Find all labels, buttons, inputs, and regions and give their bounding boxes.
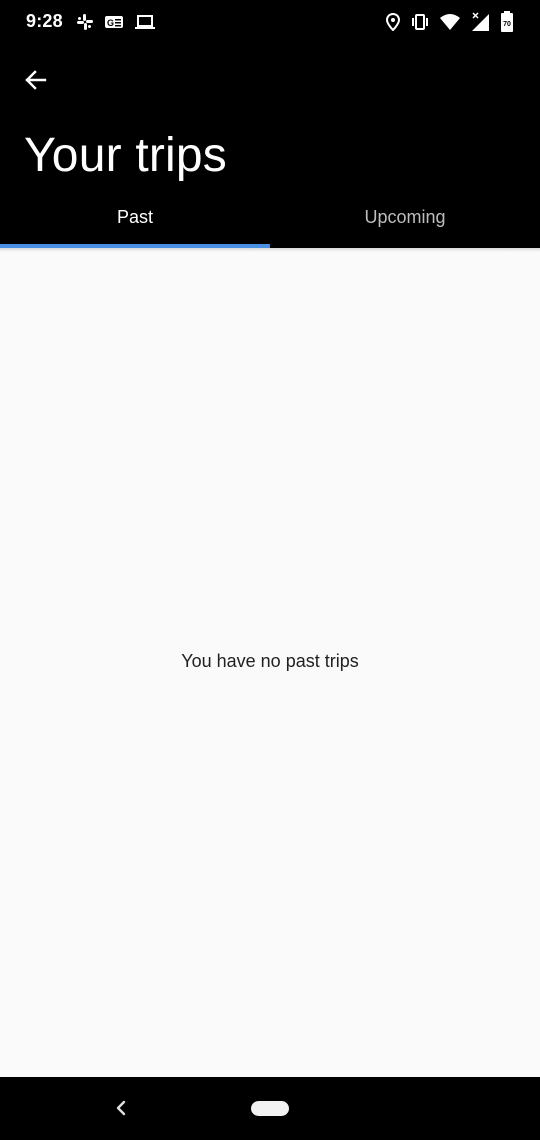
battery-icon: 70 xyxy=(500,11,514,33)
status-bar: 9:28 G 70 xyxy=(0,0,540,44)
location-icon xyxy=(386,13,400,31)
status-left-icons: G xyxy=(76,10,156,34)
screen: 9:28 G 70 Your trips Past Upcoming You h… xyxy=(0,0,540,1140)
tab-upcoming[interactable]: Upcoming xyxy=(270,192,540,248)
home-pill-icon[interactable] xyxy=(251,1101,289,1116)
slack-icon xyxy=(76,13,94,31)
tab-upcoming-label: Upcoming xyxy=(364,206,446,227)
status-time: 9:28 xyxy=(26,11,63,31)
tab-bar: Past Upcoming xyxy=(0,192,540,248)
back-button[interactable] xyxy=(16,60,56,100)
system-nav-bar xyxy=(0,1077,540,1140)
tab-past-label: Past xyxy=(116,206,154,227)
empty-state-message: You have no past trips xyxy=(181,651,359,671)
svg-text:G: G xyxy=(107,18,114,28)
tab-past[interactable]: Past xyxy=(0,192,270,248)
status-right-icons: 70 xyxy=(386,10,514,34)
signal-icon xyxy=(470,12,490,32)
arrow-back-icon xyxy=(25,70,47,90)
news-icon: G xyxy=(104,14,124,30)
wifi-icon xyxy=(440,14,460,30)
battery-level: 70 xyxy=(503,21,511,28)
laptop-icon xyxy=(134,14,156,30)
nav-back-icon xyxy=(116,1100,126,1116)
app-bar-shadow xyxy=(0,248,540,252)
page-title: Your trips xyxy=(24,129,227,182)
nav-back-button[interactable] xyxy=(108,1095,134,1121)
app-bar: Your trips Past Upcoming xyxy=(0,44,540,248)
vibrate-icon xyxy=(410,14,430,30)
